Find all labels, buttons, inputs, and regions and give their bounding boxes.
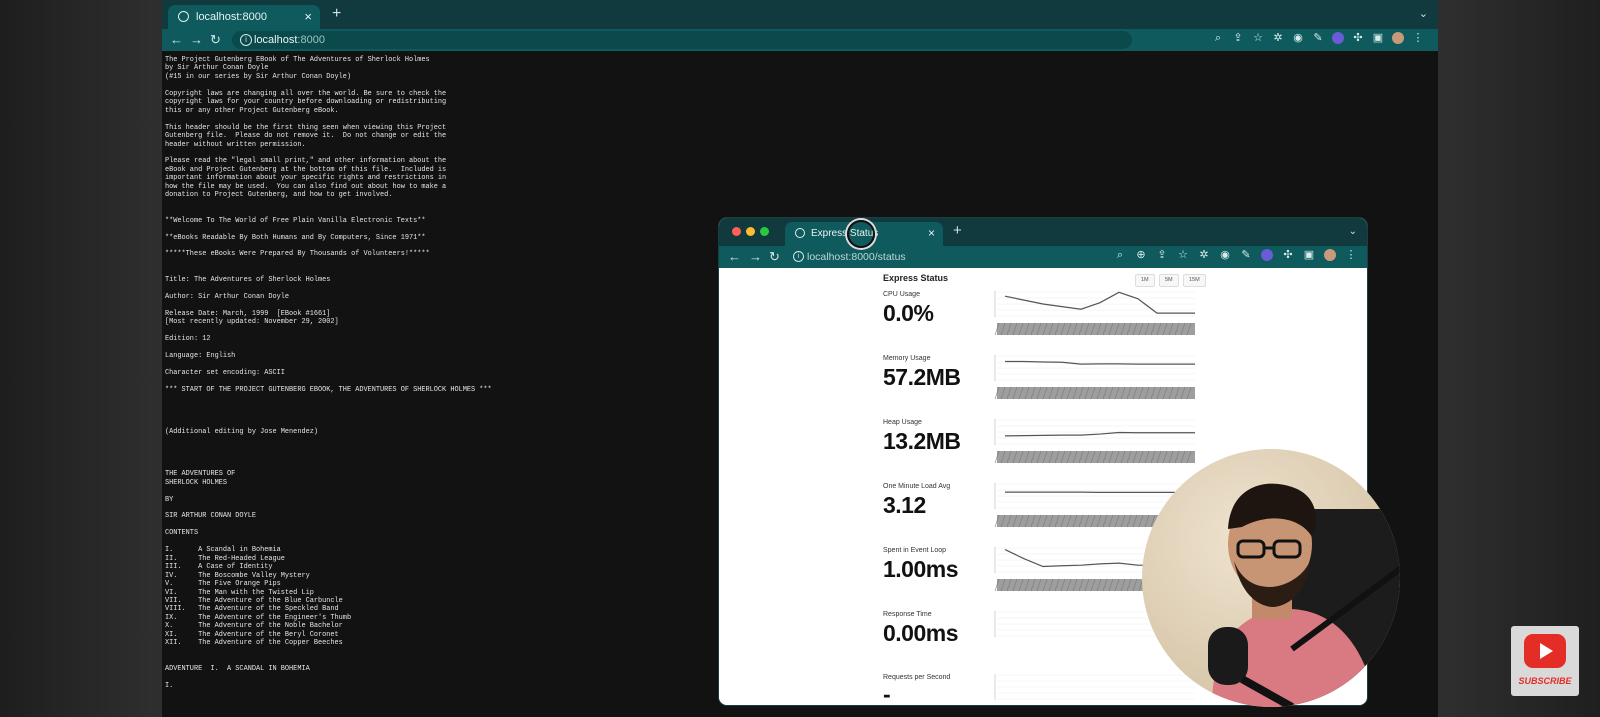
heap-usage-label: Heap Usage (883, 419, 922, 426)
event-loop-label: Spent in Event Loop (883, 547, 947, 554)
menu-kebab-icon[interactable]: ⋮ (1412, 32, 1424, 44)
url-port: :8000 (297, 34, 325, 46)
extension-badge-icon[interactable] (1261, 249, 1273, 261)
memory-usage-label: Memory Usage (883, 355, 931, 362)
extension-gear-icon[interactable]: ✲ (1198, 249, 1210, 261)
reload-icon[interactable]: ↻ (769, 249, 780, 265)
url-host: localhost (254, 34, 298, 46)
cpu-usage-value: 0.0% (883, 300, 934, 326)
range-5m-button[interactable]: 5M (1159, 274, 1179, 287)
extension-badge-icon[interactable] (1332, 32, 1344, 44)
presenter-figure (1208, 483, 1400, 707)
reload-icon[interactable]: ↻ (210, 32, 221, 48)
tab-localhost[interactable]: localhost:8000 × (168, 5, 320, 29)
forward-icon[interactable]: → (749, 249, 762, 264)
globe-icon (178, 11, 189, 22)
url-host: localhost (807, 251, 849, 263)
status-tab-bar: Express Status × + ⌄ (719, 218, 1367, 246)
range-15m-button[interactable]: 15M (1183, 274, 1206, 287)
url-field[interactable]: i localhost:8000 (232, 31, 1132, 49)
globe-icon (795, 228, 805, 238)
requests-per-second-chart (991, 672, 1197, 705)
share-icon[interactable]: ⇪ (1232, 32, 1244, 44)
sparkline-svg (994, 674, 1195, 700)
heap-usage-chart (991, 417, 1197, 465)
site-info-icon[interactable]: i (240, 34, 252, 46)
youtube-subscribe-button[interactable]: SUBSCRIBE (1511, 626, 1579, 696)
subscribe-label: SUBSCRIBE (1518, 676, 1572, 686)
sparkline-svg (994, 355, 1195, 400)
toolbar-icons: ⌕ ⊕ ⇪ ☆ ✲ ◉ ✎ ✣ ▣ ⋮ (1114, 249, 1357, 261)
toolbar-icons: ⌕ ⇪ ☆ ✲ ◉ ✎ ✣ ▣ ⋮ (1212, 32, 1424, 44)
response-time-value: 0.00ms (883, 620, 959, 646)
tab-search-chevron-icon[interactable]: ⌄ (1349, 226, 1357, 237)
extension-circle-icon[interactable]: ◉ (1292, 32, 1304, 44)
new-tab-button[interactable]: + (332, 5, 341, 23)
back-icon[interactable]: ← (170, 32, 183, 47)
forward-icon[interactable]: → (190, 32, 203, 47)
close-tab-icon[interactable]: × (928, 226, 935, 240)
maximize-window-button[interactable] (760, 227, 769, 236)
load-avg-value: 3.12 (883, 492, 926, 518)
url-path: :8000/status (848, 251, 906, 263)
cpu-usage-chart (991, 289, 1197, 337)
menu-kebab-icon[interactable]: ⋮ (1345, 249, 1357, 261)
profile-avatar[interactable] (1392, 32, 1404, 44)
right-margin (1438, 0, 1600, 717)
bookmark-star-icon[interactable]: ☆ (1177, 249, 1189, 261)
range-1m-button[interactable]: 1M (1135, 274, 1155, 287)
close-tab-icon[interactable]: × (304, 9, 312, 24)
url-field[interactable]: i localhost:8000/status (791, 248, 1131, 266)
close-window-button[interactable] (732, 227, 741, 236)
status-address-bar: ← → ↻ i localhost:8000/status ⌕ ⊕ ⇪ ☆ ✲ … (719, 246, 1367, 268)
sparkline-svg (994, 419, 1195, 464)
page-title: Express Status (883, 273, 949, 283)
mouse-cursor-highlight (847, 220, 875, 248)
requests-per-second-label: Requests per Second (883, 674, 951, 681)
event-loop-value: 1.00ms (883, 556, 959, 582)
extension-circle-icon[interactable]: ◉ (1219, 249, 1231, 261)
tab-search-chevron-icon[interactable]: ⌄ (1419, 7, 1428, 20)
search-icon[interactable]: ⌕ (1114, 249, 1126, 261)
tab-bar: localhost:8000 × + ⌄ (162, 0, 1438, 29)
tab-title: localhost:8000 (196, 11, 267, 23)
presenter-webcam (1142, 449, 1400, 707)
cpu-usage-label: CPU Usage (883, 291, 920, 298)
load-avg-label: One Minute Load Avg (883, 483, 951, 490)
extensions-puzzle-icon[interactable]: ✣ (1282, 249, 1294, 261)
address-bar: ← → ↻ i localhost:8000 ⌕ ⇪ ☆ ✲ ◉ ✎ ✣ ▣ ⋮ (162, 29, 1438, 51)
requests-per-second-value: - (883, 681, 891, 705)
bookmark-star-icon[interactable]: ☆ (1252, 32, 1264, 44)
zoom-icon[interactable]: ⊕ (1135, 249, 1147, 261)
heap-usage-value: 13.2MB (883, 428, 961, 454)
share-icon[interactable]: ⇪ (1156, 249, 1168, 261)
youtube-play-icon (1524, 634, 1566, 668)
side-panel-icon[interactable]: ▣ (1372, 32, 1384, 44)
profile-avatar[interactable] (1324, 249, 1336, 261)
ebook-text: The Project Gutenberg EBook of The Adven… (165, 56, 492, 690)
memory-usage-chart (991, 353, 1197, 401)
minimize-window-button[interactable] (746, 227, 755, 236)
side-panel-icon[interactable]: ▣ (1303, 249, 1315, 261)
extensions-puzzle-icon[interactable]: ✣ (1352, 32, 1364, 44)
extension-pen-icon[interactable]: ✎ (1240, 249, 1252, 261)
new-tab-button[interactable]: + (953, 222, 962, 239)
left-margin (0, 0, 162, 717)
zoom-icon[interactable]: ⌕ (1212, 32, 1224, 44)
memory-usage-value: 57.2MB (883, 364, 961, 390)
sparkline-svg (994, 291, 1195, 336)
response-time-label: Response Time (883, 611, 932, 618)
extension-pen-icon[interactable]: ✎ (1312, 32, 1324, 44)
extension-gear-icon[interactable]: ✲ (1272, 32, 1284, 44)
sparkline-line (1004, 431, 1195, 437)
back-icon[interactable]: ← (728, 249, 741, 264)
site-info-icon[interactable]: i (793, 251, 804, 262)
